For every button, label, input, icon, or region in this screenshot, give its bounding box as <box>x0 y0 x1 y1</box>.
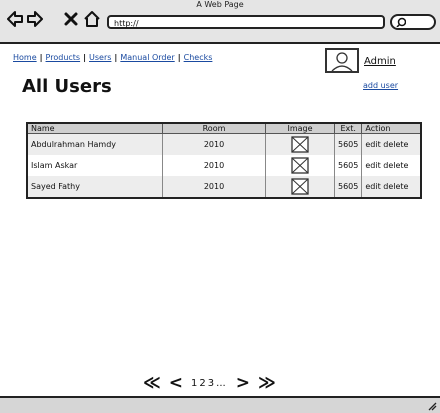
column-header-action: Action <box>361 123 422 134</box>
image-placeholder-icon <box>291 136 309 153</box>
delete-link[interactable]: delete <box>383 140 408 149</box>
users-table: Name Room Image Ext. Action Abdulrahman … <box>26 122 422 199</box>
column-header-room: Room <box>162 123 266 134</box>
table-row: Abdulrahman Hamdy 2010 5605 edit delete <box>27 133 422 155</box>
image-cell <box>265 133 335 155</box>
add-user-link[interactable]: add user <box>363 81 398 90</box>
table-row: Sayed Fathy 2010 5605 edit delete <box>27 176 422 198</box>
page-number-3[interactable]: 3 <box>208 378 214 389</box>
ext-cell: 5605 <box>334 133 363 155</box>
user-name-cell: Abdulrahman Hamdy <box>27 133 163 155</box>
nav-link-products[interactable]: Products <box>46 53 81 62</box>
nav-separator: | <box>114 53 118 62</box>
nav-link-checks[interactable]: Checks <box>184 53 213 62</box>
image-cell <box>265 176 335 198</box>
search-field[interactable] <box>390 14 436 30</box>
nav-separator: | <box>39 53 43 62</box>
next-page-button[interactable]: > <box>236 373 250 393</box>
image-placeholder-icon <box>291 157 309 174</box>
last-page-button[interactable]: ≫ <box>258 373 276 393</box>
image-placeholder-icon <box>291 178 309 195</box>
action-cell: edit delete <box>361 176 422 198</box>
room-cell: 2010 <box>162 176 266 198</box>
close-icon <box>64 12 78 26</box>
ext-cell: 5605 <box>334 176 363 198</box>
nav-link-home[interactable]: Home <box>13 53 37 62</box>
search-icon <box>396 17 406 27</box>
page-number-2[interactable]: 2 <box>199 378 205 389</box>
main-nav: Home | Products | Users | Manual Order | Checks <box>13 53 212 63</box>
browser-toolbar: A Web Page http:// <box>0 0 440 44</box>
column-header-ext: Ext. <box>334 123 363 134</box>
status-bar <box>0 396 440 413</box>
pagination-ellipsis: ... <box>216 377 226 389</box>
ext-cell: 5605 <box>334 155 363 176</box>
action-cell: edit delete <box>361 155 422 176</box>
action-cell: edit delete <box>361 133 422 155</box>
column-header-name: Name <box>27 123 163 134</box>
back-button[interactable] <box>7 10 23 28</box>
home-icon <box>84 11 100 27</box>
table-header-row: Name Room Image Ext. Action <box>27 123 422 134</box>
admin-link[interactable]: Admin <box>364 56 396 67</box>
table-row: Islam Askar 2010 5605 edit delete <box>27 155 422 176</box>
room-cell: 2010 <box>162 155 266 176</box>
stop-button[interactable] <box>63 10 79 28</box>
user-name-cell: Islam Askar <box>27 155 163 176</box>
avatar[interactable] <box>325 48 359 73</box>
pagination: ≪ < 1 2 3 ... > ≫ <box>143 373 284 393</box>
page-title: All Users <box>22 76 112 97</box>
image-cell <box>265 155 335 176</box>
column-header-image: Image <box>265 123 335 134</box>
arrow-right-icon <box>27 11 43 27</box>
window-title: A Web Page <box>196 0 244 9</box>
nav-link-users[interactable]: Users <box>89 53 111 62</box>
prev-page-button[interactable]: < <box>169 373 183 393</box>
arrow-left-icon <box>7 11 23 27</box>
resize-grip-icon[interactable] <box>427 401 437 411</box>
edit-link[interactable]: edit <box>365 161 380 170</box>
delete-link[interactable]: delete <box>383 161 408 170</box>
forward-button[interactable] <box>27 10 43 28</box>
nav-link-manual-order[interactable]: Manual Order <box>120 53 174 62</box>
nav-separator: | <box>83 53 87 62</box>
delete-link[interactable]: delete <box>383 182 408 191</box>
home-button[interactable] <box>84 10 100 28</box>
edit-link[interactable]: edit <box>365 140 380 149</box>
user-name-cell: Sayed Fathy <box>27 176 163 198</box>
first-page-button[interactable]: ≪ <box>143 373 161 393</box>
address-bar[interactable]: http:// <box>107 15 385 29</box>
room-cell: 2010 <box>162 133 266 155</box>
edit-link[interactable]: edit <box>365 182 380 191</box>
nav-separator: | <box>177 53 181 62</box>
user-avatar-icon <box>331 52 353 72</box>
page-number-1[interactable]: 1 <box>191 378 197 389</box>
